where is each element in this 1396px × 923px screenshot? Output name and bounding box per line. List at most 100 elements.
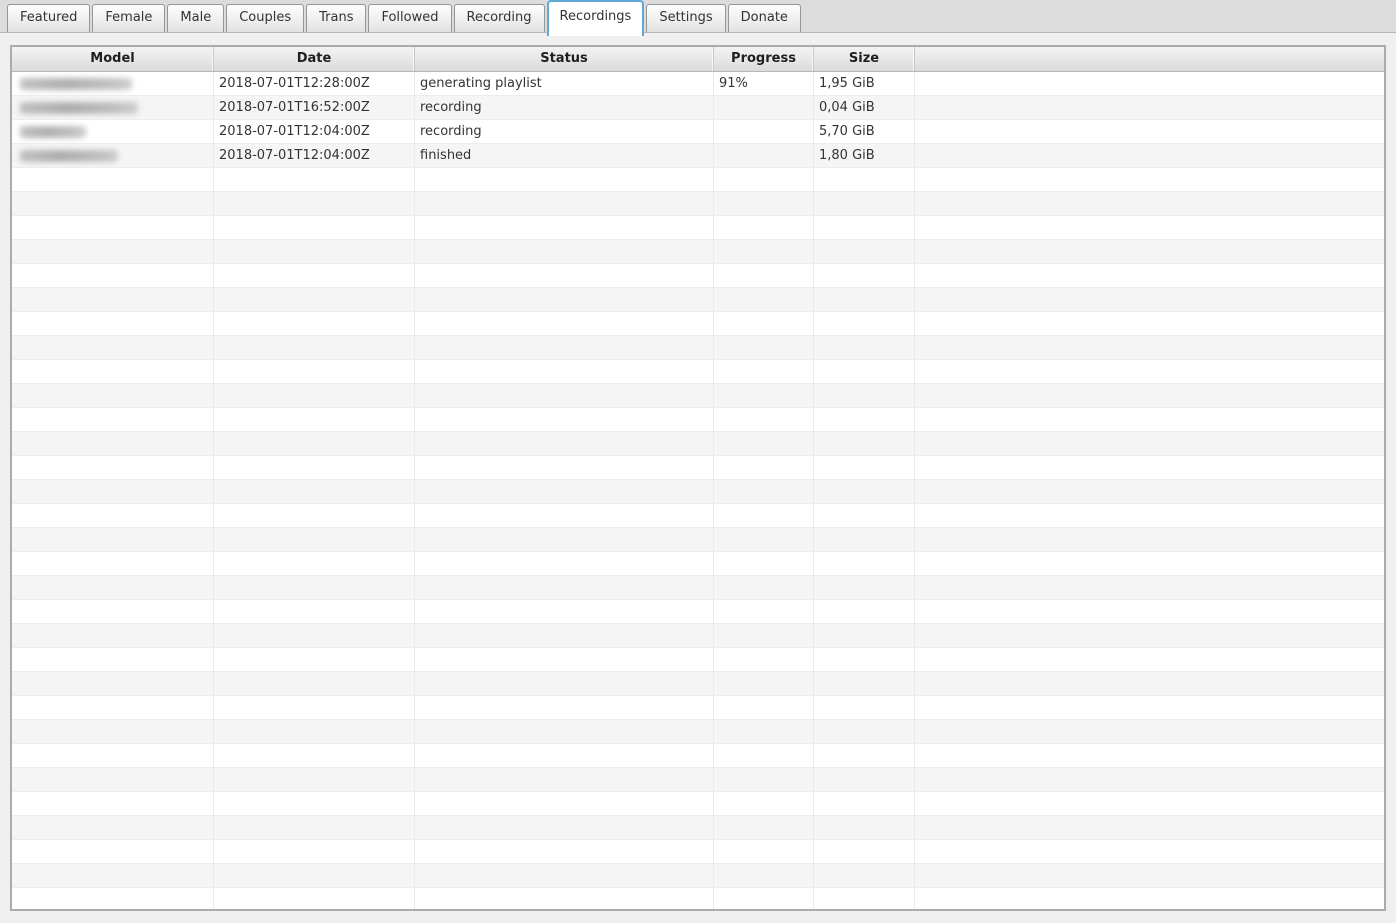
- cell-model: [12, 240, 214, 264]
- column-header-size[interactable]: Size: [814, 47, 915, 71]
- tab-recording[interactable]: Recording: [453, 4, 545, 32]
- cell-model: [12, 768, 214, 792]
- cell-model: [12, 144, 214, 168]
- cell-status: [415, 648, 714, 672]
- cell-date: [214, 288, 415, 312]
- table-row[interactable]: 2018-07-01T12:04:00Z recording 5,70 GiB: [12, 120, 1384, 144]
- cell-status: [415, 432, 714, 456]
- tab-male[interactable]: Male: [167, 4, 225, 32]
- cell-date: [214, 360, 415, 384]
- tab-settings[interactable]: Settings: [646, 4, 726, 32]
- tab-female[interactable]: Female: [92, 4, 166, 32]
- cell-status: [415, 576, 714, 600]
- cell-size: [814, 408, 915, 432]
- cell-model: [12, 528, 214, 552]
- cell-size: [814, 240, 915, 264]
- censored-model-name: [20, 78, 132, 90]
- cell-filler: [915, 432, 1384, 456]
- cell-filler: [915, 456, 1384, 480]
- cell-date: [214, 576, 415, 600]
- table-header-row: Model Date Status Progress Size: [12, 47, 1384, 72]
- cell-filler: [915, 864, 1384, 888]
- cell-date: [214, 384, 415, 408]
- cell-progress: [714, 384, 814, 408]
- cell-model: [12, 696, 214, 720]
- cell-progress: [714, 336, 814, 360]
- cell-status: [415, 672, 714, 696]
- cell-size: [814, 720, 915, 744]
- cell-status: [415, 312, 714, 336]
- cell-model: [12, 792, 214, 816]
- table-row-empty: [12, 864, 1384, 888]
- cell-date: [214, 528, 415, 552]
- cell-date: [214, 792, 415, 816]
- table-row[interactable]: 2018-07-01T12:04:00Z finished 1,80 GiB: [12, 144, 1384, 168]
- table-row-empty: [12, 552, 1384, 576]
- cell-size: [814, 312, 915, 336]
- cell-status: [415, 168, 714, 192]
- cell-progress: [714, 528, 814, 552]
- recordings-table: Model Date Status Progress Size 2018-07-…: [10, 45, 1386, 911]
- cell-status: [415, 480, 714, 504]
- cell-progress: [714, 888, 814, 909]
- cell-size: [814, 864, 915, 888]
- table-row-empty: [12, 168, 1384, 192]
- tab-recordings[interactable]: Recordings: [546, 0, 645, 36]
- cell-model: [12, 888, 214, 909]
- cell-size: [814, 648, 915, 672]
- cell-progress: [714, 240, 814, 264]
- cell-model: [12, 432, 214, 456]
- cell-model: [12, 864, 214, 888]
- cell-filler: [915, 840, 1384, 864]
- cell-model: [12, 96, 214, 120]
- cell-size: [814, 456, 915, 480]
- cell-filler: [915, 216, 1384, 240]
- table-row-empty: [12, 576, 1384, 600]
- table-row-empty: [12, 264, 1384, 288]
- cell-filler: [915, 72, 1384, 96]
- table-row-empty: [12, 384, 1384, 408]
- column-header-date[interactable]: Date: [214, 47, 415, 71]
- cell-model: [12, 288, 214, 312]
- cell-filler: [915, 576, 1384, 600]
- cell-progress: [714, 120, 814, 144]
- cell-filler: [915, 240, 1384, 264]
- table-row[interactable]: 2018-07-01T12:28:00Z generating playlist 9…: [12, 72, 1384, 96]
- table-row[interactable]: 2018-07-01T16:52:00Z recording 0,04 GiB: [12, 96, 1384, 120]
- table-row-empty: [12, 768, 1384, 792]
- cell-date: [214, 168, 415, 192]
- tab-donate[interactable]: Donate: [727, 4, 801, 32]
- cell-progress: [714, 792, 814, 816]
- tab-followed[interactable]: Followed: [368, 4, 452, 32]
- table-row-empty: [12, 744, 1384, 768]
- table-row-empty: [12, 288, 1384, 312]
- cell-progress: [714, 672, 814, 696]
- cell-model: [12, 840, 214, 864]
- column-header-model[interactable]: Model: [12, 47, 214, 71]
- column-header-status[interactable]: Status: [415, 47, 714, 71]
- cell-size: [814, 792, 915, 816]
- cell-status: [415, 336, 714, 360]
- cell-model: [12, 744, 214, 768]
- cell-status: [415, 216, 714, 240]
- cell-filler: [915, 552, 1384, 576]
- cell-status: [415, 552, 714, 576]
- cell-size: [814, 216, 915, 240]
- cell-filler: [915, 888, 1384, 909]
- cell-date: [214, 264, 415, 288]
- table-row-empty: [12, 408, 1384, 432]
- cell-size: [814, 888, 915, 909]
- cell-size: [814, 696, 915, 720]
- column-header-progress[interactable]: Progress: [714, 47, 814, 71]
- cell-filler: [915, 744, 1384, 768]
- tab-featured[interactable]: Featured: [7, 4, 91, 32]
- cell-size: [814, 552, 915, 576]
- tab-trans[interactable]: Trans: [306, 4, 367, 32]
- cell-size: [814, 624, 915, 648]
- cell-size: [814, 576, 915, 600]
- tab-couples[interactable]: Couples: [226, 4, 305, 32]
- cell-model: [12, 816, 214, 840]
- cell-filler: [915, 648, 1384, 672]
- table-row-empty: [12, 432, 1384, 456]
- cell-model: [12, 384, 214, 408]
